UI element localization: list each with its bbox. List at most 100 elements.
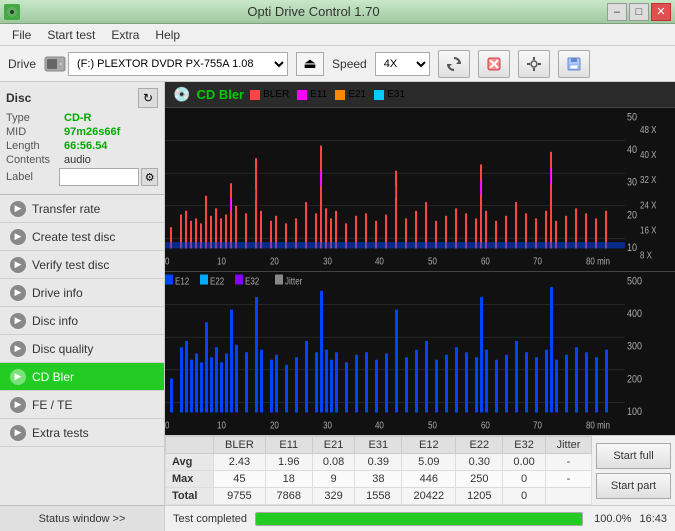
menu-help[interactable]: Help (147, 26, 188, 44)
svg-text:20: 20 (627, 209, 637, 221)
svg-text:40: 40 (375, 420, 384, 431)
verify-test-disc-icon: ▶ (10, 257, 26, 273)
erase-button[interactable] (478, 50, 510, 78)
cell-max-e31: 38 (355, 471, 402, 488)
svg-text:30: 30 (323, 256, 332, 267)
sidebar-item-fe-te[interactable]: ▶ FE / TE (0, 391, 164, 419)
svg-text:70: 70 (533, 256, 542, 267)
sidebar-item-create-test-disc-label: Create test disc (32, 230, 115, 244)
legend-e21-label: E21 (348, 89, 366, 100)
disc-mid-value: 97m26s66f (64, 126, 120, 138)
progress-bar-container (255, 512, 583, 526)
eject-button[interactable]: ⏏ (296, 52, 324, 76)
label-gear-button[interactable]: ⚙ (141, 168, 158, 186)
main-area: Disc ↻ Type CD-R MID 97m26s66f Length 66… (0, 82, 675, 531)
svg-text:Jitter: Jitter (285, 276, 302, 287)
chart-bottom-svg: 500 400 300 200 100 0 10 20 30 40 50 60 … (165, 272, 675, 435)
chart-bottom: 500 400 300 200 100 0 10 20 30 40 50 60 … (165, 272, 675, 435)
drive-select[interactable]: (F:) PLEXTOR DVDR PX-755A 1.08 (68, 52, 288, 76)
sidebar-item-fe-te-label: FE / TE (32, 398, 72, 412)
sidebar-item-disc-quality[interactable]: ▶ Disc quality (0, 335, 164, 363)
col-header-e31: E31 (355, 437, 402, 454)
svg-text:10: 10 (217, 256, 226, 267)
svg-text:10: 10 (627, 242, 637, 254)
speed-select[interactable]: 1X2X4X8X12X16XMAX (375, 52, 430, 76)
disc-refresh-button[interactable]: ↻ (138, 88, 158, 108)
cell-avg-e11: 1.96 (265, 454, 312, 471)
sidebar-item-create-test-disc[interactable]: ▶ Create test disc (0, 223, 164, 251)
save-button[interactable] (558, 50, 590, 78)
sidebar-item-drive-info[interactable]: ▶ Drive info (0, 279, 164, 307)
sidebar-item-transfer-rate[interactable]: ▶ Transfer rate (0, 195, 164, 223)
svg-text:20: 20 (270, 420, 279, 431)
status-time: 16:43 (639, 513, 667, 525)
row-max-label: Max (166, 471, 214, 488)
sidebar-item-drive-info-label: Drive info (32, 286, 83, 300)
chart-header-icon: 💿 (173, 86, 190, 103)
menu-start-test[interactable]: Start test (39, 26, 103, 44)
disc-label-input[interactable] (59, 168, 139, 186)
chart-header: 💿 CD Bler BLER E11 E21 (165, 82, 675, 108)
sidebar: Disc ↻ Type CD-R MID 97m26s66f Length 66… (0, 82, 165, 531)
cell-max-e21: 9 (312, 471, 355, 488)
sidebar-nav: ▶ Transfer rate ▶ Create test disc ▶ Ver… (0, 195, 164, 505)
svg-text:40: 40 (375, 256, 384, 267)
svg-text:0: 0 (165, 420, 169, 431)
maximize-button[interactable]: □ (629, 3, 649, 21)
svg-text:40: 40 (627, 144, 637, 156)
svg-text:300: 300 (627, 341, 642, 353)
col-header-e32: E32 (503, 437, 546, 454)
disc-contents-value: audio (64, 154, 91, 166)
refresh-speed-button[interactable] (438, 50, 470, 78)
disc-quality-icon: ▶ (10, 341, 26, 357)
cell-avg-e12: 5.09 (402, 454, 456, 471)
settings-button[interactable] (518, 50, 550, 78)
close-button[interactable]: ✕ (651, 3, 671, 21)
cell-avg-jitter: - (546, 454, 592, 471)
start-full-button[interactable]: Start full (596, 443, 671, 469)
fe-te-icon: ▶ (10, 397, 26, 413)
cell-max-e11: 18 (265, 471, 312, 488)
sidebar-item-disc-info[interactable]: ▶ Disc info (0, 307, 164, 335)
disc-mid-label: MID (6, 126, 64, 138)
menu-extra[interactable]: Extra (103, 26, 147, 44)
legend-e11-dot (297, 90, 307, 100)
table-with-buttons: BLER E11 E21 E31 E12 E22 E32 Jitter Avg (165, 436, 675, 505)
window-title: Opti Drive Control 1.70 (20, 4, 607, 19)
svg-text:70: 70 (533, 420, 542, 431)
svg-text:400: 400 (627, 308, 642, 320)
sidebar-item-verify-test-disc-label: Verify test disc (32, 258, 109, 272)
legend-e11: E11 (297, 89, 327, 100)
drive-info-icon: ▶ (10, 285, 26, 301)
window-controls: – □ ✕ (607, 3, 671, 21)
legend-bler: BLER (250, 89, 289, 100)
svg-text:32 X: 32 X (640, 174, 656, 185)
sidebar-item-cd-bler-label: CD Bler (32, 370, 74, 384)
cell-max-e12: 446 (402, 471, 456, 488)
data-table: BLER E11 E21 E31 E12 E22 E32 Jitter Avg (165, 436, 592, 505)
status-window-button[interactable]: Status window >> (0, 505, 164, 531)
col-header-e12: E12 (402, 437, 456, 454)
svg-text:E12: E12 (175, 276, 189, 287)
cell-total-e12: 20422 (402, 488, 456, 505)
col-header-jitter: Jitter (546, 437, 592, 454)
progress-pct: 100.0% (591, 513, 631, 525)
minimize-button[interactable]: – (607, 3, 627, 21)
sidebar-item-extra-tests[interactable]: ▶ Extra tests (0, 419, 164, 447)
drive-icon (44, 53, 66, 75)
chart-area: 💿 CD Bler BLER E11 E21 (165, 82, 675, 435)
svg-text:60: 60 (481, 420, 490, 431)
sidebar-item-cd-bler[interactable]: ▶ CD Bler (0, 363, 164, 391)
start-part-button[interactable]: Start part (596, 473, 671, 499)
cell-max-e32: 0 (503, 471, 546, 488)
table-row-avg: Avg 2.43 1.96 0.08 0.39 5.09 0.30 0.00 - (166, 454, 592, 471)
cell-total-e11: 7868 (265, 488, 312, 505)
disc-type-value: CD-R (64, 112, 92, 124)
svg-text:48 X: 48 X (640, 124, 656, 135)
legend-bler-label: BLER (263, 89, 289, 100)
sidebar-item-verify-test-disc[interactable]: ▶ Verify test disc (0, 251, 164, 279)
legend-e21-dot (335, 90, 345, 100)
svg-text:20: 20 (270, 256, 279, 267)
menu-file[interactable]: File (4, 26, 39, 44)
cell-avg-e22: 0.30 (456, 454, 503, 471)
